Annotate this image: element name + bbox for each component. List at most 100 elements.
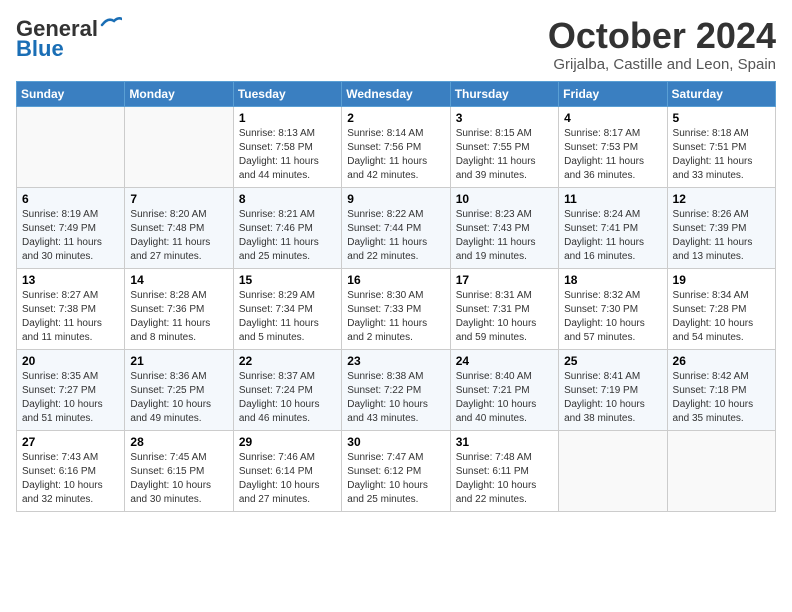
day-number: 2 <box>347 111 444 125</box>
day-info: Sunrise: 8:42 AM Sunset: 7:18 PM Dayligh… <box>673 370 770 426</box>
day-number: 17 <box>456 273 553 287</box>
calendar-day-cell: 1 Sunrise: 8:13 AM Sunset: 7:58 PM Daylig… <box>233 106 341 187</box>
weekday-header-cell: Monday <box>125 81 233 106</box>
calendar-day-cell: 20 Sunrise: 8:35 AM Sunset: 7:27 PM Dayli… <box>17 349 125 430</box>
day-info: Sunrise: 8:30 AM Sunset: 7:33 PM Dayligh… <box>347 289 444 345</box>
location-title: Grijalba, Castille and Leon, Spain <box>548 56 776 73</box>
day-info: Sunrise: 8:15 AM Sunset: 7:55 PM Dayligh… <box>456 127 553 183</box>
day-info: Sunrise: 8:26 AM Sunset: 7:39 PM Dayligh… <box>673 208 770 264</box>
calendar-day-cell: 8 Sunrise: 8:21 AM Sunset: 7:46 PM Daylig… <box>233 187 341 268</box>
day-number: 22 <box>239 354 336 368</box>
day-info: Sunrise: 7:46 AM Sunset: 6:14 PM Dayligh… <box>239 451 336 507</box>
day-number: 5 <box>673 111 770 125</box>
calendar-day-cell: 15Sunrise: 8:29 AM Sunset: 7:34 PM Dayli… <box>233 268 341 349</box>
calendar-week-row: 13 Sunrise: 8:27 AM Sunset: 7:38 PM Dayli… <box>17 268 776 349</box>
day-number: 18 <box>564 273 661 287</box>
day-number: 6 <box>22 192 119 206</box>
day-number: 14 <box>130 273 227 287</box>
calendar-day-cell: 11 Sunrise: 8:24 AM Sunset: 7:41 PM Dayli… <box>559 187 667 268</box>
day-number: 15 <box>239 273 336 287</box>
day-number: 23 <box>347 354 444 368</box>
day-number: 28 <box>130 435 227 449</box>
weekday-header-cell: Tuesday <box>233 81 341 106</box>
weekday-header-cell: Friday <box>559 81 667 106</box>
day-number: 8 <box>239 192 336 206</box>
day-info: Sunrise: 8:40 AM Sunset: 7:21 PM Dayligh… <box>456 370 553 426</box>
weekday-header-cell: Thursday <box>450 81 558 106</box>
calendar-day-cell: 12 Sunrise: 8:26 AM Sunset: 7:39 PM Dayli… <box>667 187 775 268</box>
calendar-day-cell: 31 Sunrise: 7:48 AM Sunset: 6:11 PM Dayli… <box>450 430 558 511</box>
day-info: Sunrise: 8:27 AM Sunset: 7:38 PM Dayligh… <box>22 289 119 345</box>
day-number: 13 <box>22 273 119 287</box>
calendar-day-cell: 17 Sunrise: 8:31 AM Sunset: 7:31 PM Dayli… <box>450 268 558 349</box>
calendar-day-cell: 29 Sunrise: 7:46 AM Sunset: 6:14 PM Dayli… <box>233 430 341 511</box>
day-number: 12 <box>673 192 770 206</box>
day-number: 27 <box>22 435 119 449</box>
day-number: 1 <box>239 111 336 125</box>
day-info: Sunrise: 7:48 AM Sunset: 6:11 PM Dayligh… <box>456 451 553 507</box>
day-number: 19 <box>673 273 770 287</box>
day-info: Sunrise: 8:34 AM Sunset: 7:28 PM Dayligh… <box>673 289 770 345</box>
calendar-week-row: 27 Sunrise: 7:43 AM Sunset: 6:16 PM Dayli… <box>17 430 776 511</box>
day-number: 11 <box>564 192 661 206</box>
calendar-day-cell: 16 Sunrise: 8:30 AM Sunset: 7:33 PM Dayli… <box>342 268 450 349</box>
day-info: Sunrise: 8:41 AM Sunset: 7:19 PM Dayligh… <box>564 370 661 426</box>
calendar-week-row: 20 Sunrise: 8:35 AM Sunset: 7:27 PM Dayli… <box>17 349 776 430</box>
day-info: Sunrise: 8:20 AM Sunset: 7:48 PM Dayligh… <box>130 208 227 264</box>
header: General Blue October 2024 Grijalba, Cast… <box>16 16 776 73</box>
day-number: 20 <box>22 354 119 368</box>
day-number: 4 <box>564 111 661 125</box>
calendar-day-cell: 4 Sunrise: 8:17 AM Sunset: 7:53 PM Daylig… <box>559 106 667 187</box>
calendar-day-cell: 25 Sunrise: 8:41 AM Sunset: 7:19 PM Dayli… <box>559 349 667 430</box>
calendar-day-cell: 5Sunrise: 8:18 AM Sunset: 7:51 PM Daylig… <box>667 106 775 187</box>
calendar-day-cell: 21Sunrise: 8:36 AM Sunset: 7:25 PM Dayli… <box>125 349 233 430</box>
calendar-day-cell: 6 Sunrise: 8:19 AM Sunset: 7:49 PM Daylig… <box>17 187 125 268</box>
calendar-day-cell: 3 Sunrise: 8:15 AM Sunset: 7:55 PM Daylig… <box>450 106 558 187</box>
weekday-header-cell: Saturday <box>667 81 775 106</box>
calendar-day-cell: 13 Sunrise: 8:27 AM Sunset: 7:38 PM Dayli… <box>17 268 125 349</box>
day-info: Sunrise: 8:36 AM Sunset: 7:25 PM Dayligh… <box>130 370 227 426</box>
day-number: 30 <box>347 435 444 449</box>
calendar-week-row: 1 Sunrise: 8:13 AM Sunset: 7:58 PM Daylig… <box>17 106 776 187</box>
weekday-header-row: SundayMondayTuesdayWednesdayThursdayFrid… <box>17 81 776 106</box>
day-info: Sunrise: 8:17 AM Sunset: 7:53 PM Dayligh… <box>564 127 661 183</box>
day-number: 7 <box>130 192 227 206</box>
calendar-day-cell: 9Sunrise: 8:22 AM Sunset: 7:44 PM Daylig… <box>342 187 450 268</box>
day-info: Sunrise: 8:28 AM Sunset: 7:36 PM Dayligh… <box>130 289 227 345</box>
calendar-day-cell: 19 Sunrise: 8:34 AM Sunset: 7:28 PM Dayli… <box>667 268 775 349</box>
day-number: 25 <box>564 354 661 368</box>
calendar-body: 1 Sunrise: 8:13 AM Sunset: 7:58 PM Daylig… <box>17 106 776 511</box>
day-number: 29 <box>239 435 336 449</box>
day-info: Sunrise: 8:19 AM Sunset: 7:49 PM Dayligh… <box>22 208 119 264</box>
day-number: 3 <box>456 111 553 125</box>
day-info: Sunrise: 8:13 AM Sunset: 7:58 PM Dayligh… <box>239 127 336 183</box>
day-info: Sunrise: 8:22 AM Sunset: 7:44 PM Dayligh… <box>347 208 444 264</box>
day-info: Sunrise: 7:43 AM Sunset: 6:16 PM Dayligh… <box>22 451 119 507</box>
calendar-day-cell: 18Sunrise: 8:32 AM Sunset: 7:30 PM Dayli… <box>559 268 667 349</box>
day-info: Sunrise: 8:14 AM Sunset: 7:56 PM Dayligh… <box>347 127 444 183</box>
calendar-day-cell: 22 Sunrise: 8:37 AM Sunset: 7:24 PM Dayli… <box>233 349 341 430</box>
day-info: Sunrise: 8:24 AM Sunset: 7:41 PM Dayligh… <box>564 208 661 264</box>
weekday-header-cell: Sunday <box>17 81 125 106</box>
day-info: Sunrise: 8:23 AM Sunset: 7:43 PM Dayligh… <box>456 208 553 264</box>
day-number: 26 <box>673 354 770 368</box>
calendar-day-cell <box>667 430 775 511</box>
day-number: 31 <box>456 435 553 449</box>
logo-bird-icon <box>100 15 122 33</box>
calendar-day-cell <box>125 106 233 187</box>
calendar-day-cell: 27 Sunrise: 7:43 AM Sunset: 6:16 PM Dayli… <box>17 430 125 511</box>
calendar-day-cell <box>17 106 125 187</box>
logo: General Blue <box>16 16 122 62</box>
month-title: October 2024 <box>548 16 776 56</box>
day-number: 24 <box>456 354 553 368</box>
logo-blue: Blue <box>16 36 64 62</box>
day-number: 16 <box>347 273 444 287</box>
day-info: Sunrise: 8:35 AM Sunset: 7:27 PM Dayligh… <box>22 370 119 426</box>
day-info: Sunrise: 8:31 AM Sunset: 7:31 PM Dayligh… <box>456 289 553 345</box>
day-info: Sunrise: 8:21 AM Sunset: 7:46 PM Dayligh… <box>239 208 336 264</box>
day-info: Sunrise: 7:45 AM Sunset: 6:15 PM Dayligh… <box>130 451 227 507</box>
day-info: Sunrise: 8:37 AM Sunset: 7:24 PM Dayligh… <box>239 370 336 426</box>
calendar-day-cell: 10Sunrise: 8:23 AM Sunset: 7:43 PM Dayli… <box>450 187 558 268</box>
calendar-day-cell: 2 Sunrise: 8:14 AM Sunset: 7:56 PM Daylig… <box>342 106 450 187</box>
weekday-header-cell: Wednesday <box>342 81 450 106</box>
